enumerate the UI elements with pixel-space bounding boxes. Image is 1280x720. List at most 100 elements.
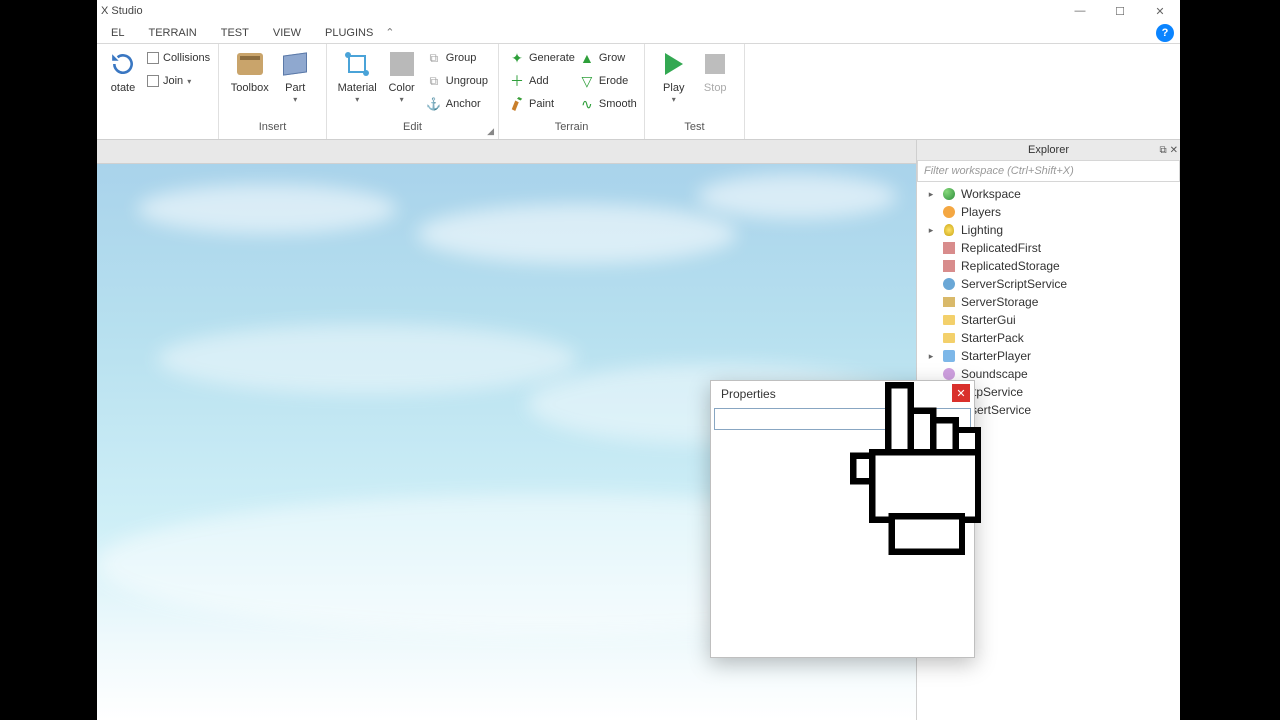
ribbon: otate Collisions Join ▾ bbox=[97, 44, 1180, 140]
app-window: X Studio — ☐ ✕ EL TERRAIN TEST VIEW PLUG… bbox=[97, 0, 1180, 720]
add-terrain-button[interactable]: ＋Add bbox=[509, 71, 575, 91]
checkbox-icon bbox=[147, 75, 159, 87]
generate-icon: ✦ bbox=[509, 50, 525, 66]
ungroup-label: Ungroup bbox=[446, 75, 488, 87]
tree-item-workspace[interactable]: ▸Workspace bbox=[917, 185, 1180, 203]
tree-item-label: StarterPlayer bbox=[961, 349, 1031, 363]
tree-item-startergui[interactable]: StarterGui bbox=[917, 311, 1180, 329]
ungroup-icon: ⧉ bbox=[426, 73, 442, 89]
tree-item-players[interactable]: Players bbox=[917, 203, 1180, 221]
stop-icon bbox=[699, 48, 731, 80]
play-icon bbox=[658, 48, 690, 80]
tree-item-serverstorage[interactable]: ServerStorage bbox=[917, 293, 1180, 311]
tree-item-lighting[interactable]: ▸Lighting bbox=[917, 221, 1180, 239]
panel-close-icon[interactable]: ✕ bbox=[1170, 145, 1178, 156]
panel-undock-icon[interactable]: ⧉ bbox=[1159, 145, 1166, 156]
toolbox-button[interactable]: Toolbox bbox=[229, 48, 271, 94]
add-label: Add bbox=[529, 75, 549, 87]
dialog-launcher-icon[interactable]: ◢ bbox=[487, 126, 494, 137]
tree-item-starterpack[interactable]: StarterPack bbox=[917, 329, 1180, 347]
part-button[interactable]: Part bbox=[275, 48, 317, 104]
generate-label: Generate bbox=[529, 52, 575, 64]
group-button[interactable]: ⧉ Group bbox=[426, 48, 488, 68]
tree-item-serverscriptservice[interactable]: ServerScriptService bbox=[917, 275, 1180, 293]
menu-tab-view[interactable]: VIEW bbox=[261, 22, 313, 43]
grow-label: Grow bbox=[599, 52, 625, 64]
ribbon-group-insert: Toolbox Part Insert bbox=[219, 44, 327, 139]
ribbon-group-edit: Material Color ⧉ Group ⧉ Ungroup ⚓Anchor E… bbox=[327, 44, 499, 139]
minimize-button[interactable]: — bbox=[1060, 0, 1100, 22]
group-icon: ⧉ bbox=[426, 50, 442, 66]
play-button[interactable]: Play bbox=[655, 48, 693, 104]
ribbon-group-test: Play Stop Test bbox=[645, 44, 745, 139]
menu-tab-test[interactable]: TEST bbox=[209, 22, 261, 43]
smooth-icon: ∿ bbox=[579, 96, 595, 112]
tree-item-label: Players bbox=[961, 205, 1001, 219]
explorer-filter-input[interactable] bbox=[917, 160, 1180, 182]
play-label: Play bbox=[663, 82, 684, 94]
tree-item-label: StarterGui bbox=[961, 313, 1016, 327]
properties-window[interactable]: Properties ✕ bbox=[710, 380, 975, 658]
paint-label: Paint bbox=[529, 98, 554, 110]
part-label: Part bbox=[285, 82, 305, 94]
menu-tab-model[interactable]: EL bbox=[99, 22, 136, 43]
help-icon[interactable]: ? bbox=[1156, 24, 1174, 42]
main-area: Explorer ⧉ ✕ ▸WorkspacePlayers▸LightingR… bbox=[97, 140, 1180, 720]
collisions-toggle[interactable]: Collisions bbox=[147, 48, 210, 68]
group-label: Group bbox=[446, 52, 477, 64]
collisions-label: Collisions bbox=[163, 52, 210, 64]
color-label: Color bbox=[388, 82, 414, 94]
smooth-button[interactable]: ∿Smooth bbox=[579, 94, 637, 114]
material-button[interactable]: Material bbox=[337, 48, 377, 104]
tree-item-replicatedstorage[interactable]: ReplicatedStorage bbox=[917, 257, 1180, 275]
anchor-button[interactable]: ⚓Anchor bbox=[426, 94, 488, 114]
anchor-label: Anchor bbox=[446, 98, 481, 110]
tree-item-label: StarterPack bbox=[961, 331, 1024, 345]
tree-item-label: ReplicatedFirst bbox=[961, 241, 1041, 255]
grow-icon: ▲ bbox=[579, 50, 595, 66]
erode-label: Erode bbox=[599, 75, 628, 87]
close-button[interactable]: ✕ bbox=[1140, 0, 1180, 22]
ribbon-collapse-icon[interactable]: ⌃ bbox=[385, 26, 394, 39]
group-label-terrain: Terrain bbox=[507, 121, 636, 137]
group-label-insert: Insert bbox=[227, 121, 318, 137]
expander-icon[interactable]: ▸ bbox=[925, 351, 937, 362]
ungroup-button[interactable]: ⧉ Ungroup bbox=[426, 71, 488, 91]
window-title: X Studio bbox=[101, 5, 143, 17]
rotate-button[interactable]: otate bbox=[107, 48, 139, 94]
box-icon bbox=[941, 294, 957, 310]
generate-button[interactable]: ✦ Generate bbox=[509, 48, 575, 68]
properties-close-button[interactable]: ✕ bbox=[952, 384, 970, 402]
rep-icon bbox=[941, 240, 957, 256]
ribbon-group-tools: otate Collisions Join ▾ bbox=[97, 44, 219, 139]
player-icon bbox=[941, 348, 957, 364]
group-label-edit: Edit◢ bbox=[335, 121, 490, 137]
menu-tab-terrain[interactable]: TERRAIN bbox=[136, 22, 208, 43]
part-icon bbox=[279, 48, 311, 80]
stop-button[interactable]: Stop bbox=[697, 48, 735, 94]
maximize-button[interactable]: ☐ bbox=[1100, 0, 1140, 22]
properties-title-bar[interactable]: Properties ✕ bbox=[711, 381, 974, 407]
join-label: Join bbox=[163, 75, 183, 87]
tree-item-label: Soundscape bbox=[961, 367, 1028, 381]
menu-tab-plugins[interactable]: PLUGINS bbox=[313, 22, 385, 43]
viewport-tabstrip[interactable] bbox=[97, 140, 916, 164]
join-toggle[interactable]: Join ▾ bbox=[147, 71, 210, 91]
paint-button[interactable]: Paint bbox=[509, 94, 575, 114]
tree-item-replicatedfirst[interactable]: ReplicatedFirst bbox=[917, 239, 1180, 257]
tree-item-label: ServerScriptService bbox=[961, 277, 1067, 291]
expander-icon[interactable]: ▸ bbox=[925, 225, 937, 236]
erode-button[interactable]: ▽Erode bbox=[579, 71, 637, 91]
group-label-test: Test bbox=[653, 121, 736, 137]
tree-item-starterplayer[interactable]: ▸ StarterPlayer bbox=[917, 347, 1180, 365]
folder-icon bbox=[941, 312, 957, 328]
checkbox-icon bbox=[147, 52, 159, 64]
toolbox-label: Toolbox bbox=[231, 82, 269, 94]
globe-icon bbox=[941, 186, 957, 202]
properties-title: Properties bbox=[721, 387, 776, 401]
grow-button[interactable]: ▲ Grow bbox=[579, 48, 637, 68]
tree-item-label: ServerStorage bbox=[961, 295, 1038, 309]
expander-icon[interactable]: ▸ bbox=[925, 189, 937, 200]
color-button[interactable]: Color bbox=[381, 48, 421, 104]
properties-filter-input[interactable] bbox=[714, 408, 971, 430]
